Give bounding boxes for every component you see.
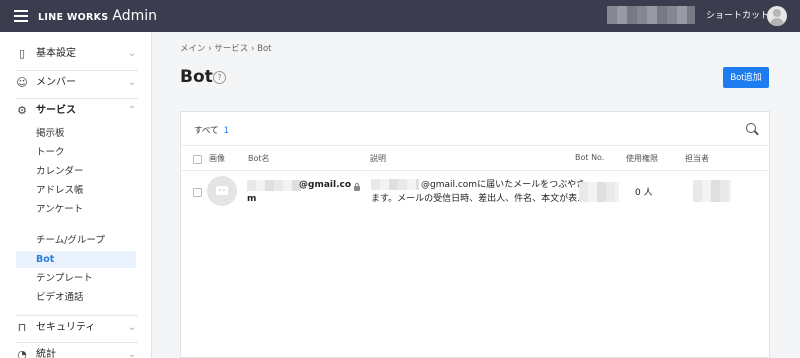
menu-icon[interactable] — [14, 10, 28, 22]
description-line-2: ます。メールの受信日時、差出人、件名、本文が表… — [371, 194, 587, 204]
sidebar-section-label: 基本設定 — [36, 48, 76, 59]
filter-all-count: 1 — [223, 126, 229, 136]
sidebar-item-address-book[interactable]: アドレス帳 — [16, 182, 136, 199]
sidebar-item-template[interactable]: テンプレート — [16, 270, 136, 287]
divider — [181, 170, 769, 171]
sidebar-section-services[interactable]: ⚙ サービス ⌃ — [16, 101, 138, 121]
column-header-bot-name[interactable]: Bot名 — [248, 153, 270, 164]
building-icon: ▯ — [18, 47, 26, 60]
brand-suffix: Admin — [112, 8, 158, 24]
breadcrumb[interactable]: メイン › サービス › Bot — [180, 42, 271, 54]
sidebar-section-label: メンバー — [36, 77, 76, 88]
sidebar-section-statistics[interactable]: ◔ 統計 ⌄ — [16, 345, 138, 358]
sidebar-item-survey[interactable]: アンケート — [16, 201, 136, 218]
column-header-manager[interactable]: 担当者 — [685, 153, 709, 164]
column-header-bot-no[interactable]: Bot No. — [575, 153, 604, 162]
sidebar-item-team-group[interactable]: チーム/グループ — [16, 232, 136, 249]
description-line-1: @gmail.comに届いたメールをつぶやき — [421, 180, 586, 190]
row-checkbox[interactable] — [193, 188, 202, 197]
chart-icon: ◔ — [17, 348, 27, 358]
bot-name-text: @gmail.co — [299, 180, 352, 190]
brand-name: LINE WORKS — [38, 12, 109, 23]
sidebar-item-talk[interactable]: トーク — [16, 144, 136, 161]
sidebar-section-basic-settings[interactable]: ▯ 基本設定 ⌄ — [16, 44, 138, 64]
divider — [16, 342, 138, 343]
sidebar-section-security[interactable]: ⊓ セキュリティ ⌄ — [16, 318, 138, 338]
divider — [16, 315, 138, 316]
bot-face-icon — [216, 186, 228, 195]
sidebar-item-bulletin[interactable]: 掲示板 — [16, 125, 136, 142]
bot-description: @gmail.comに届いたメールをつぶやき ます。メールの受信日時、差出人、件… — [371, 178, 587, 206]
chevron-down-icon: ⌄ — [127, 349, 136, 358]
search-icon[interactable] — [746, 123, 756, 133]
chevron-down-icon: ⌄ — [127, 322, 136, 333]
sidebar-item-video-call[interactable]: ビデオ通話 — [16, 289, 136, 306]
column-header-image: 画像 — [209, 154, 225, 163]
bot-image — [207, 176, 237, 206]
masked-manager — [693, 180, 731, 202]
divider — [181, 145, 769, 146]
app-brand[interactable]: LINE WORKS Admin — [38, 8, 157, 26]
masked-user-name — [607, 6, 695, 24]
gear-icon: ⚙ — [17, 104, 27, 117]
usage-count: 0 人 — [635, 188, 653, 198]
chevron-down-icon: ⌄ — [127, 48, 136, 59]
top-bar: LINE WORKS Admin ショートカット — [0, 0, 800, 32]
divider — [16, 98, 138, 99]
column-header-description: 説明 — [370, 154, 386, 163]
chevron-down-icon: ⌄ — [127, 77, 136, 88]
divider — [16, 70, 138, 71]
page-title: Bot — [180, 67, 213, 87]
sidebar: ▯ 基本設定 ⌄ ☺ メンバー ⌄ ⚙ サービス ⌃ 掲示板 トーク カレンダー… — [0, 32, 152, 358]
filter-all[interactable]: すべて 1 — [194, 124, 229, 136]
filter-all-label: すべて — [194, 126, 219, 136]
person-icon: ☺ — [16, 76, 28, 89]
sidebar-section-label: サービス — [36, 105, 76, 116]
column-header-usage[interactable]: 使用権限 — [626, 153, 658, 164]
sidebar-section-label: 統計 — [36, 349, 56, 358]
bot-list-panel: すべて 1 画像 Bot名 説明 Bot No. 使用権限 担当者 @gmail.… — [180, 111, 770, 358]
bot-name[interactable]: @gmail.co m — [247, 178, 359, 206]
avatar[interactable] — [767, 6, 787, 26]
masked-bot-no — [579, 182, 619, 202]
shortcut-link[interactable]: ショートカット — [706, 10, 769, 22]
chevron-up-icon: ⌃ — [127, 105, 136, 116]
sidebar-item-bot[interactable]: Bot — [16, 251, 136, 268]
bot-name-text-end: m — [247, 194, 257, 204]
lock-icon — [354, 183, 360, 191]
sidebar-item-calendar[interactable]: カレンダー — [16, 163, 136, 180]
sidebar-section-members[interactable]: ☺ メンバー ⌄ — [16, 73, 138, 93]
sidebar-section-label: セキュリティ — [36, 322, 96, 333]
lock-icon: ⊓ — [17, 321, 27, 334]
help-icon[interactable]: ? — [213, 71, 226, 84]
add-bot-button[interactable]: Bot追加 — [723, 67, 769, 88]
select-all-checkbox[interactable] — [193, 155, 202, 164]
